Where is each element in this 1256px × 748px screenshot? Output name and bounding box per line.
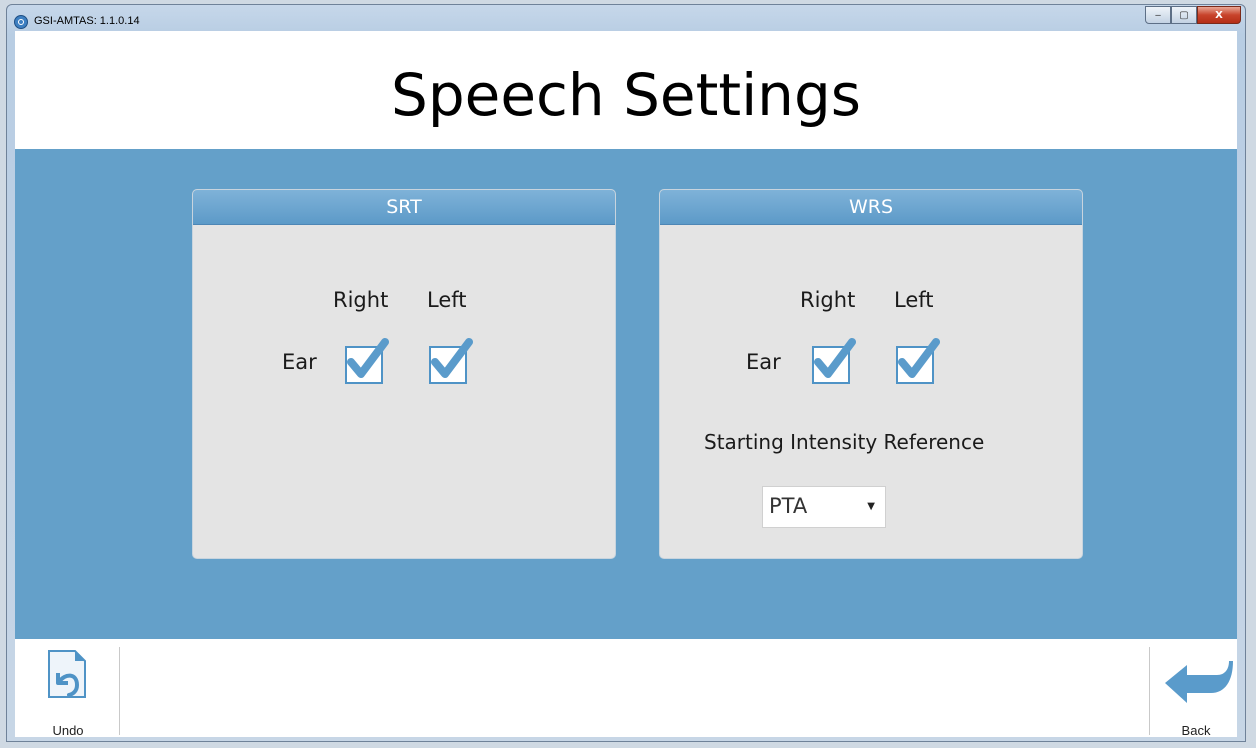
bottom-toolbar: Undo Back: [15, 639, 1237, 737]
wrs-left-ear-checkbox[interactable]: [896, 338, 940, 384]
checkmark-icon: [431, 338, 473, 378]
srt-panel: SRT Right Left Ear: [192, 189, 616, 559]
undo-icon: [48, 650, 86, 698]
minimize-button[interactable]: ‒: [1145, 6, 1171, 24]
app-icon: [14, 15, 28, 29]
close-button[interactable]: X: [1197, 6, 1241, 24]
srt-left-label: Left: [427, 288, 467, 312]
wrs-panel: WRS Right Left Ear Starting Intensity Re…: [659, 189, 1083, 559]
srt-right-label: Right: [333, 288, 389, 312]
intensity-reference-value: PTA: [769, 494, 808, 518]
wrs-panel-header: WRS: [660, 190, 1082, 225]
back-arrow-icon: [1165, 661, 1233, 703]
checkmark-icon: [347, 338, 389, 378]
checkmark-icon: [814, 338, 856, 378]
window-title: GSI-AMTAS: 1.1.0.14: [34, 15, 140, 27]
page-title: Speech Settings: [391, 61, 861, 129]
wrs-right-ear-checkbox[interactable]: [812, 338, 856, 384]
client-area: Speech Settings SRT Right Left Ear WRS R…: [15, 31, 1237, 737]
srt-right-ear-checkbox[interactable]: [345, 338, 389, 384]
undo-button[interactable]: Undo: [33, 649, 103, 737]
wrs-left-label: Left: [894, 288, 934, 312]
intensity-reference-label: Starting Intensity Reference: [704, 430, 985, 454]
settings-area: SRT Right Left Ear WRS Right Left Ear St…: [15, 149, 1237, 639]
back-button[interactable]: Back: [1161, 649, 1233, 737]
wrs-right-label: Right: [800, 288, 856, 312]
srt-left-ear-checkbox[interactable]: [429, 338, 473, 384]
window-controls: ‒ ▢ X: [1145, 6, 1241, 24]
maximize-button[interactable]: ▢: [1171, 6, 1197, 24]
dropdown-arrow-icon: ▼: [867, 501, 875, 512]
app-window: GSI-AMTAS: 1.1.0.14 ‒ ▢ X Speech Setting…: [6, 4, 1246, 742]
toolbar-divider-left: [119, 647, 120, 735]
intensity-reference-select[interactable]: PTA ▼: [762, 486, 886, 528]
checkmark-icon: [898, 338, 940, 378]
srt-ear-label: Ear: [282, 350, 317, 374]
back-label: Back: [1181, 723, 1211, 737]
srt-panel-header: SRT: [193, 190, 615, 225]
toolbar-divider-right: [1149, 647, 1150, 735]
wrs-ear-label: Ear: [746, 350, 781, 374]
undo-label: Undo: [52, 723, 84, 737]
